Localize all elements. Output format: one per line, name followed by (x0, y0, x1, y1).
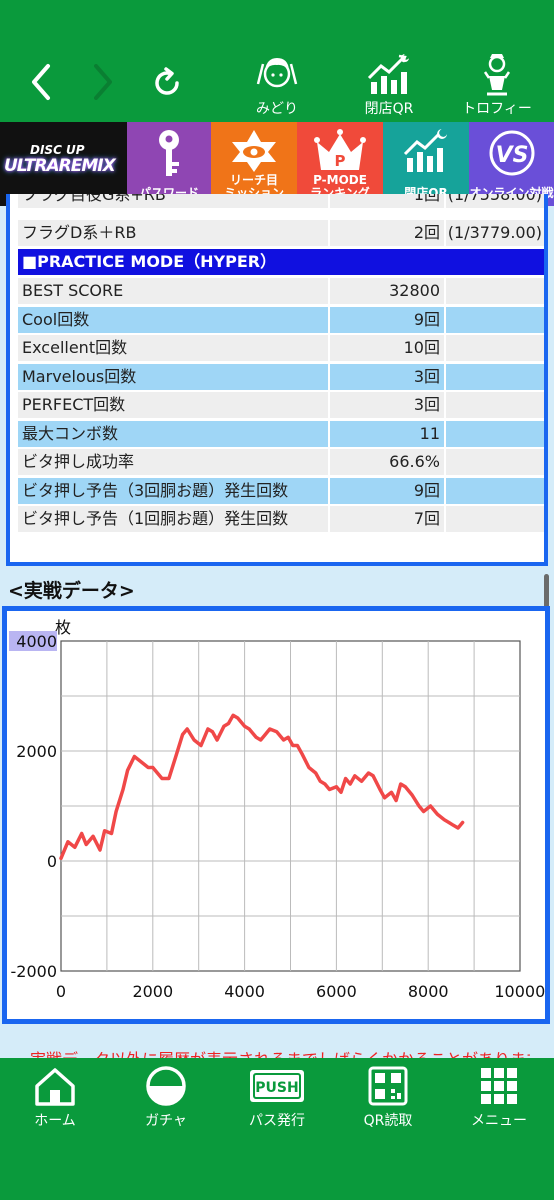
stat-label: 最大コンボ数 (18, 421, 328, 447)
star-eye-icon (232, 130, 276, 172)
x-tick-label: 2000 (132, 982, 173, 1001)
stats-row: ビタ押し成功率 66.6% (18, 449, 544, 475)
stats-row-flag-d: フラグD系＋RB 2回 (1/3779.00) (18, 220, 544, 246)
y-tick-label: 4000 (16, 632, 57, 651)
qr-code-icon (368, 1066, 408, 1106)
nav-gacha[interactable]: ガチャ (116, 1066, 216, 1130)
stat-label: ビタ押し予告（1回胴お題）発生回数 (18, 506, 328, 532)
x-tick-label: 4000 (224, 982, 265, 1001)
stats-row: 最大コンボ数 11 (18, 421, 544, 447)
nav-menu[interactable]: メニュー (449, 1066, 549, 1130)
chart-moon-icon (367, 54, 409, 94)
stat-empty (446, 364, 544, 390)
stats-panel: フラグ目役G系+RB 1回 (1/7558.00) フラグD系＋RB 2回 (1… (6, 194, 548, 566)
stat-value: 3回 (330, 364, 444, 390)
slump-chart: 枚400020000-20000200040006000800010000G (9, 618, 545, 1001)
stat-empty (446, 421, 544, 447)
stat-label: Cool回数 (18, 307, 328, 333)
svg-text:P: P (335, 152, 346, 170)
bottom-navigation: ホーム ガチャ PUSH パス発行 QR読取 メニュー (0, 1058, 554, 1200)
reload-icon[interactable] (150, 66, 184, 100)
closing-qr-link[interactable]: 閉店QR (344, 54, 434, 118)
y-axis-unit-label: 枚 (55, 618, 71, 637)
stats-row: Excellent回数 10回 (18, 335, 544, 361)
x-tick-label: 6000 (316, 982, 357, 1001)
y-tick-label: -2000 (11, 962, 58, 981)
nav-home-label: ホーム (34, 1113, 76, 1129)
stat-label: Marvelous回数 (18, 364, 328, 390)
logo-line2: ULTRAREMIX (4, 156, 116, 176)
stats-row: ビタ押し予告（1回胴お題）発生回数 7回 (18, 506, 544, 532)
closing-qr-label: 閉店QR (364, 101, 414, 117)
stat-label: Excellent回数 (18, 335, 328, 361)
stats-row: Cool回数 9回 (18, 307, 544, 333)
section-title: <実戦データ> (8, 580, 135, 602)
chart-moon-icon (403, 129, 447, 172)
crown-icon: P (314, 129, 366, 170)
chart-panel: 枚400020000-20000200040006000800010000G (2, 606, 550, 1024)
stat-empty (446, 478, 544, 504)
nav-home[interactable]: ホーム (5, 1066, 105, 1130)
grid-menu-icon (481, 1068, 517, 1104)
stat-label: ビタ押し予告（3回胴お題）発生回数 (18, 478, 328, 504)
stat-value: 32800 (330, 278, 444, 304)
y-tick-label: 0 (47, 852, 57, 871)
midori-label: みどり (256, 101, 298, 117)
stat-label: PERFECT回数 (18, 392, 328, 418)
nav-qr-read[interactable]: QR読取 (338, 1066, 438, 1130)
stat-empty (446, 278, 544, 304)
character-icon (256, 58, 298, 88)
nav-pass[interactable]: PUSH パス発行 (227, 1066, 327, 1130)
stat-empty (446, 506, 544, 532)
x-tick-label: 8000 (408, 982, 449, 1001)
stat-value: 10回 (330, 335, 444, 361)
stat-label: ビタ押し成功率 (18, 449, 328, 475)
nav-gacha-label: ガチャ (145, 1113, 187, 1129)
stat-value: 2回 (330, 220, 444, 246)
svg-text:VS: VS (495, 143, 528, 168)
push-icon: PUSH (250, 1070, 304, 1102)
practice-mode-header: ■PRACTICE MODE（HYPER） (18, 249, 544, 275)
stats-row-partial: フラグ目役G系+RB 1回 (1/7558.00) (18, 194, 544, 208)
x-tick-label: 0 (56, 982, 66, 1001)
stat-empty (446, 449, 544, 475)
stat-label: フラグD系＋RB (18, 220, 328, 246)
trophy-link[interactable]: トロフィー (452, 54, 542, 118)
home-icon (35, 1068, 75, 1106)
stat-label: フラグ目役G系+RB (18, 194, 328, 208)
stat-value: 66.6% (330, 449, 444, 475)
stats-row: BEST SCORE 32800 (18, 278, 544, 304)
stat-empty (446, 392, 544, 418)
y-tick-label: 2000 (16, 742, 57, 761)
stat-value: 3回 (330, 392, 444, 418)
back-icon[interactable] (26, 62, 56, 102)
stat-value: 11 (330, 421, 444, 447)
top-navigation-bar: みどり 閉店QR トロフィー (0, 0, 554, 122)
midori-link[interactable]: みどり (232, 54, 322, 118)
stat-value: 1回 (330, 194, 444, 208)
stat-label: BEST SCORE (18, 278, 328, 304)
stat-value: 9回 (330, 478, 444, 504)
stats-row: Marvelous回数 3回 (18, 364, 544, 390)
key-icon (159, 130, 179, 176)
stat-empty (446, 307, 544, 333)
trophy-person-icon (483, 54, 511, 96)
footer-notice: 実戦データ以外に履歴が表示されるまでしばらくかかることがあります。 (30, 1046, 530, 1058)
gacha-icon (146, 1066, 186, 1106)
stats-row: PERFECT回数 3回 (18, 392, 544, 418)
stat-value: 9回 (330, 307, 444, 333)
x-tick-label: 10000G (494, 982, 545, 1001)
stat-probability: (1/7558.00) (446, 194, 544, 208)
stat-probability: (1/3779.00) (446, 220, 544, 246)
stat-value: 7回 (330, 506, 444, 532)
stat-empty (446, 335, 544, 361)
nav-menu-label: メニュー (471, 1113, 527, 1129)
trophy-label: トロフィー (462, 101, 532, 117)
stats-row: ビタ押し予告（3回胴お題）発生回数 9回 (18, 478, 544, 504)
nav-qr-label: QR読取 (363, 1113, 413, 1129)
svg-text:PUSH: PUSH (255, 1080, 298, 1096)
forward-icon[interactable] (88, 62, 118, 102)
nav-pass-label: パス発行 (249, 1113, 305, 1129)
vs-icon: VS (489, 130, 534, 176)
